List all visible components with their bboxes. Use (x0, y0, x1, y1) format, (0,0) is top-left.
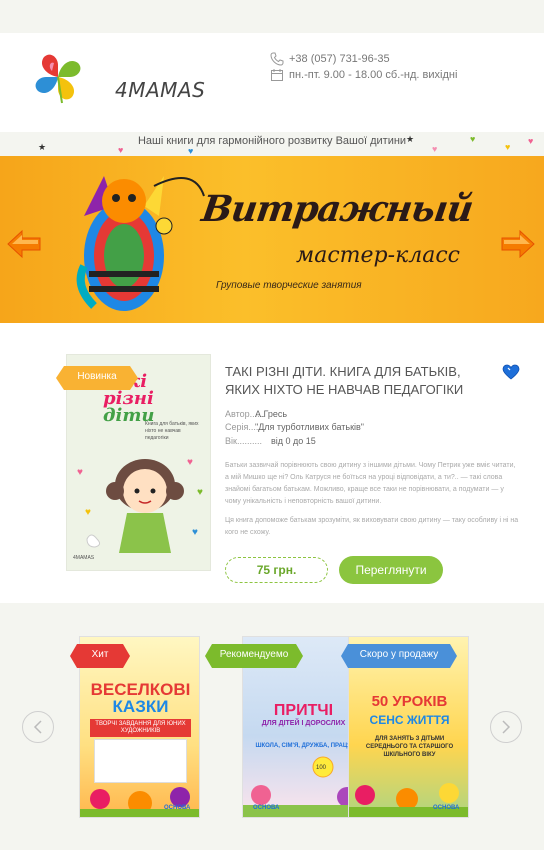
svg-text:♥: ♥ (77, 467, 83, 478)
recommended-badge: Рекомендуемо (205, 644, 303, 668)
phone-icon (270, 52, 284, 66)
clover-logo-icon (35, 54, 81, 104)
svg-text:♥: ♥ (187, 457, 193, 468)
product-description: Батьки зазвичай порівнюють свою дитину з… (225, 462, 516, 505)
tagline-bar: ★ ♥ ♥ ★ ♥ ♥ ♥ ♥ Наші книги для гармонійн… (0, 132, 544, 156)
arrow-left-icon (7, 229, 41, 259)
badge-label: Рекомендуемо (219, 649, 289, 660)
new-badge: Новинка (56, 366, 138, 390)
book-publisher: ОСНОВА (253, 805, 280, 811)
author-row: Автор...... А.Гресь (225, 409, 287, 419)
banner-next-arrow[interactable] (500, 229, 536, 259)
promo-banner[interactable]: Витражный мастер-класс Груповые творческ… (0, 156, 544, 323)
logo[interactable]: 4MAMAS (28, 47, 205, 107)
book-publisher: ОСНОВА (433, 805, 460, 811)
chevron-left-icon (33, 720, 42, 734)
age-label: Вік.......... (225, 436, 262, 446)
book-title: ВЕСЕЛКОВІ КАЗКИ (90, 680, 191, 716)
new-badge-label: Новинка (77, 371, 117, 382)
carousel-prev-button[interactable] (22, 711, 54, 743)
banner-note: Груповые творческие занятия (216, 280, 362, 291)
heart-decoration-icon: ♥ (188, 146, 194, 156)
arrow-right-icon (501, 229, 535, 259)
book-title: ПРИТЧІ ДЛЯ ДІТЕЙ І ДОРОСЛИХ (261, 702, 346, 728)
series-row: Серія....... "Для турботливих батьків" (225, 422, 364, 432)
flowers-illustration (80, 787, 199, 817)
book-content-box (94, 739, 187, 783)
book-subtitle: ДЛЯ ЗАНЯТЬ З ДІТЬМИ СЕРЕДНЬОГО ТА СТАРШО… (365, 736, 454, 758)
product-title[interactable]: ТАКІ РІЗНІ ДІТИ. КНИГА ДЛЯ БАТЬКІВ, ЯКИХ… (225, 363, 495, 399)
svg-text:♥: ♥ (85, 507, 91, 518)
age-value: від 0 до 15 (271, 436, 316, 446)
book-subtitle: ШКОЛА, СІМ'Я, ДРУЖБА, ПРАЦЯ (255, 743, 352, 749)
cover-publisher: 4MAMAS (73, 555, 95, 561)
featured-product: Такі різні діти Книга для батьків, яких … (0, 323, 544, 603)
book-subtitle: ТВОРЧІ ЗАВДАННЯ ДЛЯ ЮНИХ ХУДОЖНИКІВ (90, 719, 191, 737)
calendar-icon (271, 69, 283, 81)
badge-label: Хит (91, 649, 109, 660)
stained-glass-cat-illustration (76, 176, 205, 311)
tagline-text: Наші книги для гармонійного розвитку Ваш… (137, 135, 407, 147)
banner-prev-arrow[interactable] (6, 229, 42, 259)
age-row: Вік.......... від 0 до 15 (225, 436, 316, 446)
wishlist-heart-icon[interactable] (502, 364, 520, 380)
logo-text: 4MAMAS (115, 78, 206, 102)
site-header: 4MAMAS +38 (057) 731-96-35 пн.-пт. 9.00 … (0, 33, 544, 132)
author-value[interactable]: А.Гресь (255, 409, 287, 419)
svg-text:100: 100 (316, 765, 327, 771)
phone-number: +38 (057) 731-96-35 (289, 53, 390, 65)
book-title: 50 УРОКІВ СЕНС ЖИТТЯ (369, 693, 450, 727)
svg-text:♥: ♥ (192, 527, 198, 538)
banner-subtitle: мастер-класс (296, 243, 460, 268)
coming-soon-badge: Скоро у продажу (341, 644, 457, 668)
book-publisher: ОСНОВА (164, 805, 191, 811)
books-carousel: ВЕСЕЛКОВІ КАЗКИ ТВОРЧІ ЗАВДАННЯ ДЛЯ ЮНИХ… (0, 603, 544, 850)
hit-badge: Хит (70, 644, 130, 668)
chevron-right-icon (502, 720, 511, 734)
badge-label: Скоро у продажу (359, 649, 439, 660)
banner-title: Витражный (199, 188, 476, 230)
girl-illustration: ♥ ♥ ♥ ♥ ♥ (77, 457, 203, 553)
hours-text: пн.-пт. 9.00 - 18.00 сб.-нд. вихідні (289, 69, 458, 81)
carousel-next-button[interactable] (490, 711, 522, 743)
series-value[interactable]: "Для турботливих батьків" (255, 422, 364, 432)
view-button[interactable]: Переглянути (339, 556, 443, 584)
product-description-2: Ця книга допоможе батькам зрозуміти, як … (225, 517, 519, 536)
price-tag: 75 грн. (225, 557, 328, 583)
svg-text:♥: ♥ (197, 487, 203, 498)
